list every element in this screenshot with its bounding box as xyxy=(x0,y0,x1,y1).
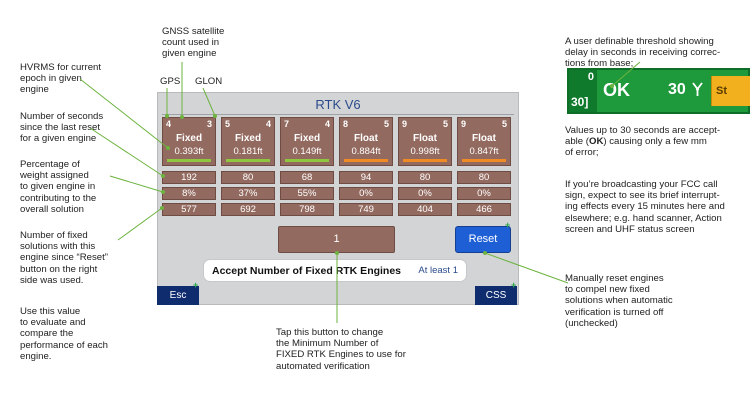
hvrms-value: 0.884ft xyxy=(351,146,381,157)
fix-status: Fixed xyxy=(175,133,203,144)
gps-count: 4 xyxy=(166,119,172,129)
accept-fixed-engines-label: Accept Number of Fixed RTK Engines xyxy=(212,265,402,277)
annotation-tap-button: Tap this button to change the Minimum Nu… xyxy=(276,327,406,372)
fix-status: Fixed xyxy=(293,133,321,144)
weight-percent-cell: 0% xyxy=(457,187,511,200)
annotation-gnss-count: GNSS satellite count used in given engin… xyxy=(162,26,225,60)
screen-title: RTK V6 xyxy=(315,97,361,112)
next-status-tile: St xyxy=(711,76,750,106)
seconds-since-reset-cell: 80 xyxy=(221,171,275,184)
status-ok-label: OK xyxy=(603,80,630,100)
engine-tile-2: 5 4 Fixed 0.181ft xyxy=(221,117,275,166)
fix-quality-bar xyxy=(344,159,388,162)
engine-tile-3: 7 4 Fixed 0.149ft xyxy=(280,117,334,166)
reset-plus-icon: + xyxy=(505,220,511,230)
fix-quality-bar xyxy=(462,159,506,162)
annotation-use-value: Use this value to evaluate and compare t… xyxy=(20,306,108,362)
fix-status: Float xyxy=(413,133,437,144)
hvrms-value: 0.149ft xyxy=(292,146,322,157)
annotation-hvrms: HVRMS for current epoch in given engine xyxy=(20,62,102,96)
glon-count: 3 xyxy=(206,119,212,129)
fixed-solutions-cell: 577 xyxy=(162,203,216,216)
annotation-seconds: Number of seconds since the last reset f… xyxy=(20,111,104,145)
title-divider xyxy=(162,114,514,115)
annotation-manual-reset: Manually reset engines to compel new fix… xyxy=(565,273,673,329)
annotation-values: Values up to 30 seconds are accept- able… xyxy=(565,125,721,159)
gps-count: 9 xyxy=(461,119,467,129)
annotation-broadcast: If you’re broadcasting your FCC call sig… xyxy=(565,179,725,235)
correction-status-strip: 0 30] OK 30 St xyxy=(567,68,750,114)
seconds-since-reset-cell: 80 xyxy=(398,171,452,184)
annotation-threshold: A user definable threshold showing delay… xyxy=(565,36,721,70)
gps-count: 8 xyxy=(343,119,349,129)
fix-quality-bar xyxy=(403,159,447,162)
gps-count: 9 xyxy=(402,119,408,129)
glon-count: 4 xyxy=(265,119,271,129)
fix-quality-bar xyxy=(167,159,211,162)
weight-percent-cell: 8% xyxy=(162,187,216,200)
status-bottom-number: 30] xyxy=(571,95,589,109)
fixed-solutions-cell: 466 xyxy=(457,203,511,216)
antenna-icon xyxy=(692,82,703,100)
status-top-number: 0 xyxy=(587,71,594,83)
glon-count: 4 xyxy=(324,119,330,129)
fix-status: Float xyxy=(472,133,496,144)
weight-percent-cell: 0% xyxy=(398,187,452,200)
fixed-solutions-cell: 749 xyxy=(339,203,393,216)
engine-tile-6: 9 5 Float 0.847ft xyxy=(457,117,511,166)
hvrms-value: 0.998ft xyxy=(410,146,440,157)
seconds-since-reset-cell: 68 xyxy=(280,171,334,184)
seconds-since-reset-cell: 94 xyxy=(339,171,393,184)
engine-tile-5: 9 5 Float 0.998ft xyxy=(398,117,452,166)
min-fixed-engines-button[interactable]: 1 xyxy=(278,226,395,253)
accept-fixed-engines-row[interactable]: Accept Number of Fixed RTK Engines At le… xyxy=(203,259,467,282)
fixed-solutions-cell: 404 xyxy=(398,203,452,216)
glon-count: 5 xyxy=(442,119,448,129)
weight-percent-cell: 0% xyxy=(339,187,393,200)
hvrms-value: 0.847ft xyxy=(469,146,499,157)
hvrms-value: 0.181ft xyxy=(233,146,263,157)
fix-quality-bar xyxy=(285,159,329,162)
fix-status: Fixed xyxy=(234,133,262,144)
glon-count: 5 xyxy=(383,119,389,129)
annotation-gps: GPS xyxy=(160,76,181,87)
engine-tile-1: 4 3 Fixed 0.393ft xyxy=(162,117,216,166)
annotation-ok-word: OK xyxy=(589,136,604,148)
annotation-glon: GLON xyxy=(195,76,223,87)
engine-counter-block: 0 30] xyxy=(569,70,597,112)
annotation-percentage: Percentage of weight assigned to given e… xyxy=(20,159,97,215)
weight-percent-cell: 37% xyxy=(221,187,275,200)
gps-count: 5 xyxy=(225,119,231,129)
reset-button[interactable]: Reset xyxy=(455,226,511,253)
fix-status: Float xyxy=(354,133,378,144)
delay-seconds-value: 30 xyxy=(668,81,686,98)
css-plus-icon: + xyxy=(511,280,517,290)
weight-percent-cell: 55% xyxy=(280,187,334,200)
seconds-since-reset-cell: 80 xyxy=(457,171,511,184)
glon-count: 5 xyxy=(501,119,507,129)
engine-tile-4: 8 5 Float 0.884ft xyxy=(339,117,393,166)
hvrms-value: 0.393ft xyxy=(174,146,204,157)
fixed-solutions-cell: 692 xyxy=(221,203,275,216)
annotation-fixed-solutions: Number of fixed solutions with this engi… xyxy=(20,230,108,286)
gps-count: 7 xyxy=(284,119,290,129)
seconds-since-reset-cell: 192 xyxy=(162,171,216,184)
fixed-solutions-cell: 798 xyxy=(280,203,334,216)
accept-fixed-engines-value: At least 1 xyxy=(418,265,458,276)
fix-quality-bar xyxy=(226,159,270,162)
esc-plus-icon: + xyxy=(193,280,199,290)
